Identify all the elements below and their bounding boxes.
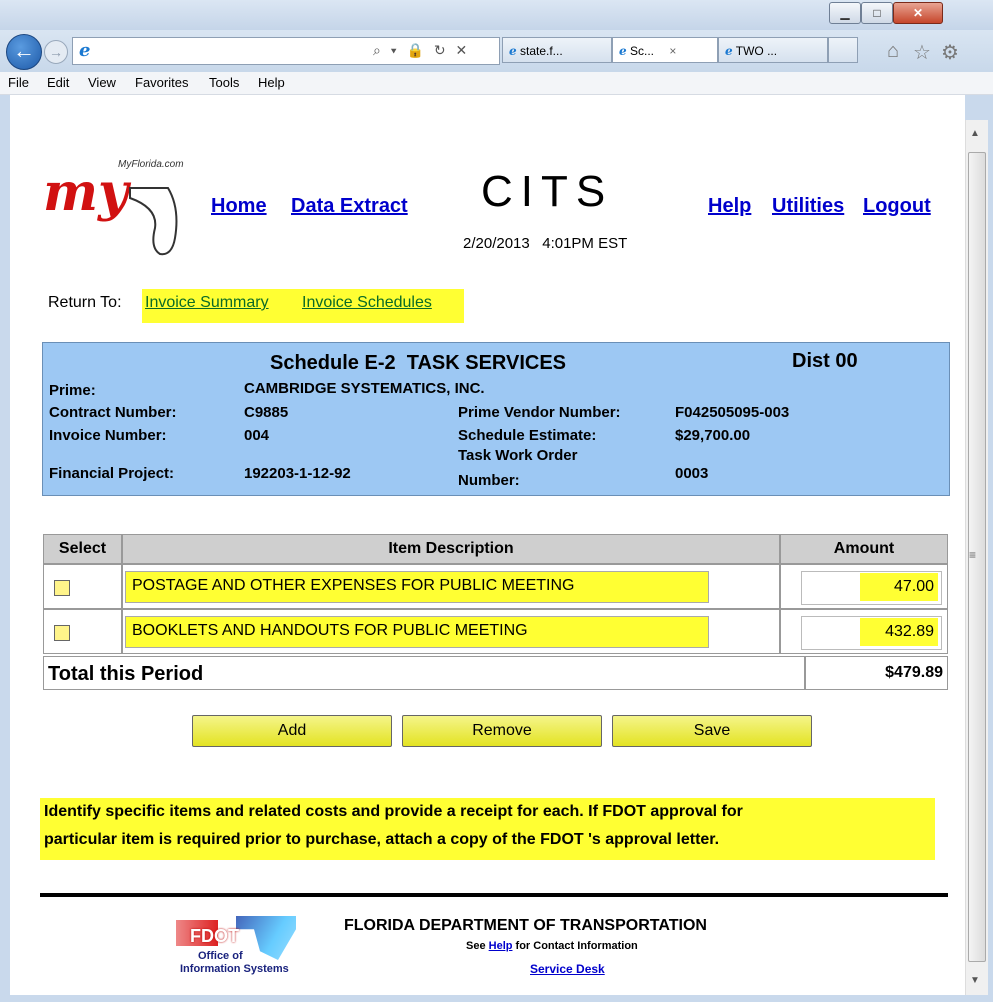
- tab-label: Sc...: [629, 44, 654, 58]
- menu-favorites[interactable]: Favorites: [135, 75, 188, 90]
- nav-help-link[interactable]: Help: [708, 195, 751, 218]
- scroll-grip-icon: ≡: [969, 548, 977, 562]
- forward-button[interactable]: →: [44, 40, 68, 64]
- estimate-value: $29,700.00: [675, 427, 751, 444]
- back-button[interactable]: ←: [6, 34, 42, 70]
- tab-state[interactable]: e state.f...: [502, 37, 612, 63]
- scroll-down-icon[interactable]: ▼: [970, 975, 980, 986]
- invoice-label: Invoice Number:: [49, 427, 167, 444]
- project-value: 192203-1-12-92: [244, 465, 351, 482]
- invoice-value: 004: [244, 427, 270, 444]
- note-line-2: particular item is required prior to pur…: [44, 831, 720, 848]
- tab-schedule[interactable]: e Sc... ×: [612, 37, 718, 63]
- tab-two[interactable]: e TWO ...: [718, 37, 828, 63]
- datetime: 2/20/2013 4:01PM EST: [463, 235, 628, 252]
- prime-value: CAMBRIDGE SYSTEMATICS, INC.: [244, 380, 485, 397]
- new-tab-button[interactable]: [828, 37, 858, 63]
- schedule-title: Schedule E-2 TASK SERVICES: [270, 352, 567, 374]
- task-order-label-2: Number:: [458, 472, 520, 489]
- col-select-header: Select: [43, 534, 122, 564]
- note-line-1: Identify specific items and related cost…: [44, 803, 743, 820]
- task-order-value: 0003: [675, 465, 709, 482]
- save-button[interactable]: Save: [612, 715, 812, 747]
- footer-divider: [40, 893, 948, 897]
- add-button[interactable]: Add: [192, 715, 392, 747]
- item-description-input[interactable]: POSTAGE AND OTHER EXPENSES FOR PUBLIC ME…: [125, 571, 709, 603]
- nav-data-extract-link[interactable]: Data Extract: [291, 195, 408, 218]
- return-to-label: Return To:: [48, 294, 122, 311]
- contract-value: C9885: [244, 404, 289, 421]
- ie-tab-icon: e: [725, 44, 733, 58]
- contract-label: Contract Number:: [49, 404, 177, 421]
- maximize-button[interactable]: □: [861, 2, 893, 24]
- nav-logout-link[interactable]: Logout: [863, 195, 931, 218]
- tab-label: state.f...: [519, 44, 563, 58]
- help-line: See Help for Contact Information: [466, 940, 638, 952]
- ie-tab-icon: e: [509, 44, 517, 58]
- star-icon[interactable]: ☆: [913, 40, 931, 65]
- address-bar[interactable]: e ⌕ ▾ 🔒 ↻ ✕: [72, 37, 500, 65]
- district: Dist 00: [792, 350, 858, 372]
- row-select-checkbox[interactable]: [54, 625, 70, 641]
- tab-close-icon[interactable]: ×: [669, 44, 676, 58]
- address-controls[interactable]: ⌕ ▾ 🔒 ↻ ✕: [373, 42, 470, 59]
- menu-file[interactable]: File: [8, 75, 29, 90]
- prime-label: Prime:: [49, 382, 96, 399]
- fdot-logo-text: FDOT: [190, 926, 239, 946]
- total-label: Total this Period: [48, 663, 204, 685]
- scroll-up-icon[interactable]: ▲: [970, 128, 980, 139]
- fdot-logo: FDOT Office of Information Systems: [176, 912, 326, 980]
- nav-utilities-link[interactable]: Utilities: [772, 195, 844, 218]
- vendor-label: Prime Vendor Number:: [458, 404, 621, 421]
- florida-outline-icon: [129, 187, 178, 256]
- home-icon[interactable]: ⌂: [887, 40, 899, 63]
- department-name: FLORIDA DEPARTMENT OF TRANSPORTATION: [344, 917, 707, 934]
- fdot-logo-sub2: Information Systems: [180, 963, 289, 975]
- item-description-input[interactable]: BOOKLETS AND HANDOUTS FOR PUBLIC MEETING: [125, 616, 709, 648]
- item-amount-input[interactable]: 47.00: [860, 573, 938, 601]
- task-order-label: Task Work Order: [458, 447, 578, 464]
- contact-text: for Contact Information: [515, 940, 638, 952]
- tab-label: TWO ...: [735, 44, 778, 58]
- myflorida-logo: my: [43, 162, 129, 223]
- close-window-button[interactable]: ✕: [893, 2, 943, 24]
- fdot-logo-sub1: Office of: [198, 950, 243, 962]
- invoice-schedules-link[interactable]: Invoice Schedules: [302, 294, 432, 312]
- vendor-value: F042505095-003: [675, 404, 790, 421]
- col-description-header: Item Description: [122, 534, 780, 564]
- menu-tools[interactable]: Tools: [209, 75, 239, 90]
- instructions-note: Identify specific items and related cost…: [40, 798, 935, 860]
- menu-edit[interactable]: Edit: [47, 75, 69, 90]
- col-amount-header: Amount: [780, 534, 948, 564]
- fdot-logo-shape: [236, 916, 296, 960]
- estimate-label: Schedule Estimate:: [458, 427, 597, 444]
- gear-icon[interactable]: ⚙: [941, 40, 959, 65]
- total-value: $479.89: [805, 656, 948, 690]
- project-label: Financial Project:: [49, 465, 175, 482]
- menu-view[interactable]: View: [88, 75, 116, 90]
- item-amount-input[interactable]: 432.89: [860, 618, 938, 646]
- app-title: CITS: [481, 167, 614, 216]
- service-desk-link[interactable]: Service Desk: [530, 962, 605, 976]
- row-select-checkbox[interactable]: [54, 580, 70, 596]
- remove-button[interactable]: Remove: [402, 715, 602, 747]
- minimize-button[interactable]: ▁: [829, 2, 861, 24]
- ie-page-icon: e: [79, 40, 91, 61]
- ie-tab-icon: e: [619, 44, 627, 58]
- invoice-summary-link[interactable]: Invoice Summary: [145, 294, 269, 312]
- footer-help-link[interactable]: Help: [489, 940, 513, 952]
- see-text: See: [466, 940, 486, 952]
- nav-home-link[interactable]: Home: [211, 195, 267, 218]
- menu-help[interactable]: Help: [258, 75, 285, 90]
